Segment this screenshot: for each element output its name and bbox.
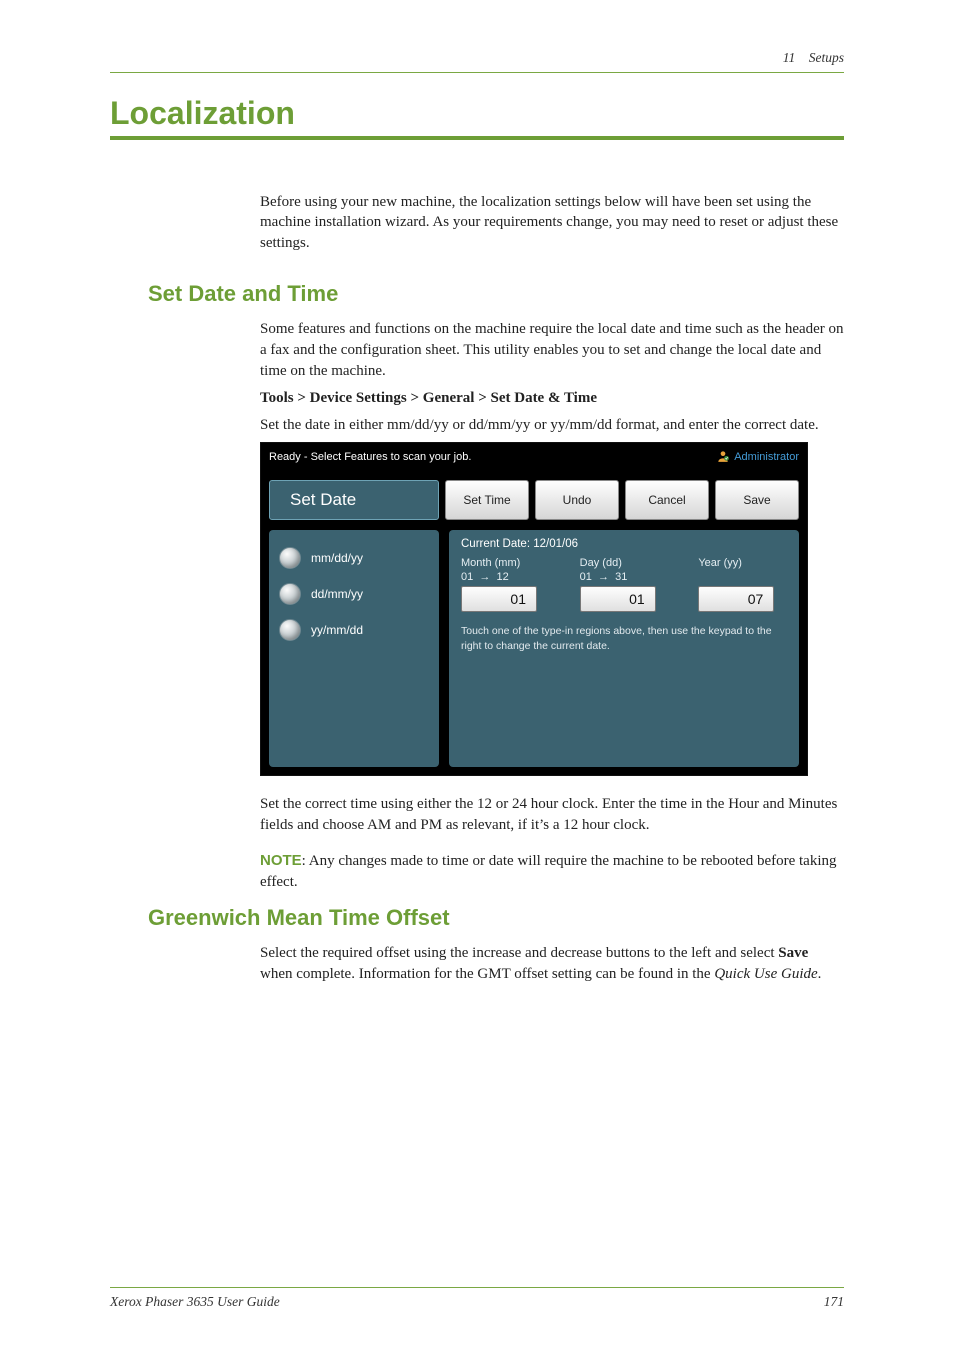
footer-doc: Xerox Phaser 3635 User Guide bbox=[110, 1294, 280, 1310]
month-field: Month (mm) 01 → 12 01 bbox=[461, 556, 550, 613]
tab-set-date[interactable]: Set Date bbox=[269, 480, 439, 520]
note-label: NOTE bbox=[260, 852, 302, 869]
year-label: Year (yy) bbox=[698, 556, 787, 570]
sec1-p2: Set the date in either mm/dd/yy or dd/mm… bbox=[260, 415, 844, 436]
tab-set-time[interactable]: Set Time bbox=[445, 480, 529, 520]
sec1-p1: Some features and functions on the machi… bbox=[260, 319, 844, 382]
sec2-p1: Select the required offset using the inc… bbox=[260, 943, 844, 985]
day-field: Day (dd) 01 → 31 01 bbox=[580, 556, 669, 613]
guide-name: Quick Use Guide bbox=[714, 966, 817, 982]
radio-mmddyy[interactable]: mm/dd/yy bbox=[279, 540, 429, 576]
date-fields: Month (mm) 01 → 12 01 Day (dd) 01 → bbox=[461, 556, 787, 613]
note-text: : Any changes made to time or date will … bbox=[260, 853, 837, 890]
arrow-right-icon: → bbox=[479, 571, 490, 583]
radio-yymmdd[interactable]: yy/mm/dd bbox=[279, 612, 429, 648]
sec1-tool-path: Tools > Device Settings > General > Set … bbox=[260, 388, 844, 409]
footer-page: 171 bbox=[824, 1294, 844, 1310]
current-date-label: Current Date: 12/01/06 bbox=[461, 538, 787, 550]
radio-icon bbox=[279, 619, 301, 641]
radio-label: dd/mm/yy bbox=[311, 587, 363, 601]
year-range-spacer bbox=[698, 570, 787, 584]
save-button[interactable]: Save bbox=[715, 480, 799, 520]
radio-label: mm/dd/yy bbox=[311, 551, 363, 565]
undo-button[interactable]: Undo bbox=[535, 480, 619, 520]
year-field: Year (yy) 07 bbox=[698, 556, 787, 613]
header-rule bbox=[110, 72, 844, 73]
intro-paragraph: Before using your new machine, the local… bbox=[260, 192, 844, 253]
user-icon bbox=[716, 449, 730, 466]
radio-icon bbox=[279, 547, 301, 569]
status-text: Ready - Select Features to scan your job… bbox=[269, 451, 471, 463]
sec1-after1: Set the correct time using either the 12… bbox=[260, 794, 844, 836]
admin-label: Administrator bbox=[734, 451, 799, 463]
arrow-right-icon: → bbox=[598, 571, 609, 583]
instruction-hint: Touch one of the type-in regions above, … bbox=[461, 624, 787, 652]
device-screenshot: Ready - Select Features to scan your job… bbox=[260, 442, 808, 776]
sec1-note: NOTE: Any changes made to time or date w… bbox=[260, 850, 844, 893]
device-tab-row: Set Date Set Time Undo Cancel Save bbox=[261, 480, 807, 530]
title-underline bbox=[110, 136, 844, 140]
radio-icon bbox=[279, 583, 301, 605]
page-title: Localization bbox=[110, 95, 844, 132]
date-entry-panel: Current Date: 12/01/06 Month (mm) 01 → 1… bbox=[449, 530, 799, 767]
radio-ddmmyy[interactable]: dd/mm/yy bbox=[279, 576, 429, 612]
chapter-name: Setups bbox=[809, 50, 844, 65]
radio-label: yy/mm/dd bbox=[311, 623, 363, 637]
month-input[interactable]: 01 bbox=[461, 586, 537, 612]
chapter-num: 11 bbox=[783, 50, 796, 65]
save-word: Save bbox=[778, 945, 808, 961]
cancel-button[interactable]: Cancel bbox=[625, 480, 709, 520]
year-input[interactable]: 07 bbox=[698, 586, 774, 612]
date-format-panel: mm/dd/yy dd/mm/yy yy/mm/dd bbox=[269, 530, 439, 767]
section-heading-gmt: Greenwich Mean Time Offset bbox=[148, 905, 844, 931]
day-range: 01 → 31 bbox=[580, 570, 669, 584]
page-header: 11 Setups bbox=[110, 50, 844, 72]
month-range: 01 → 12 bbox=[461, 570, 550, 584]
device-status-bar: Ready - Select Features to scan your job… bbox=[261, 443, 807, 480]
section-heading-set-date-time: Set Date and Time bbox=[148, 281, 844, 307]
device-body: mm/dd/yy dd/mm/yy yy/mm/dd Current Date:… bbox=[261, 530, 807, 775]
admin-badge: Administrator bbox=[716, 449, 799, 466]
month-label: Month (mm) bbox=[461, 556, 550, 570]
day-input[interactable]: 01 bbox=[580, 586, 656, 612]
day-label: Day (dd) bbox=[580, 556, 669, 570]
page-footer: Xerox Phaser 3635 User Guide 171 bbox=[110, 1287, 844, 1310]
